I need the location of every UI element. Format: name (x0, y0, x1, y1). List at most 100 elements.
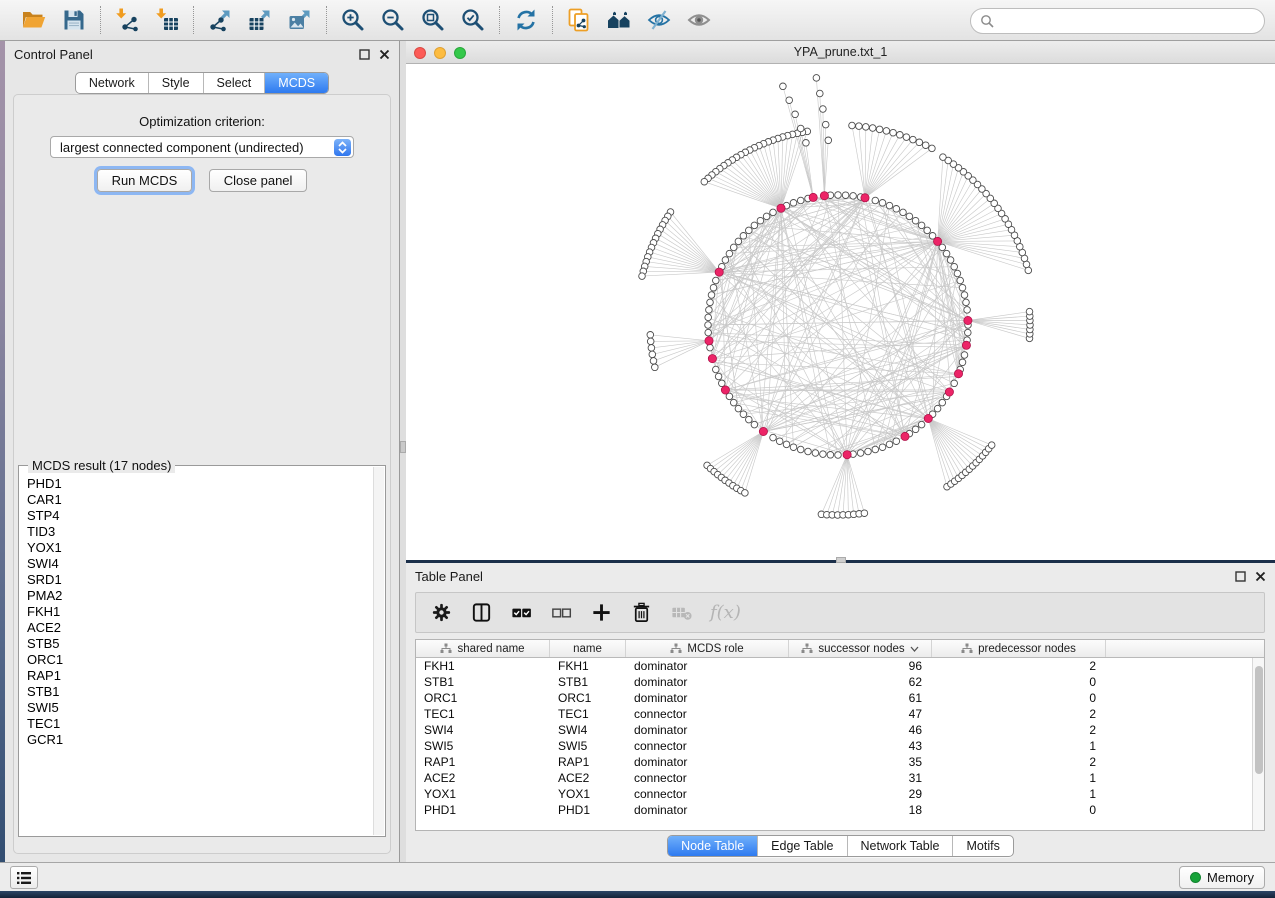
mcds-result-node[interactable]: RAP1 (27, 668, 372, 684)
table-cell-shared-name: YOX1 (416, 786, 550, 802)
export-image-icon[interactable] (287, 7, 313, 33)
optimization-criterion-select[interactable]: largest connected component (undirected) (50, 136, 354, 158)
mcds-tab-content: Optimization criterion: largest connecte… (13, 94, 391, 854)
table-cell-mcds-role: connector (626, 706, 789, 722)
table-cell-predecessor-nodes: 0 (932, 802, 1106, 818)
network-window-titlebar: YPA_prune.txt_1 (406, 41, 1275, 64)
table-row[interactable]: PHD1PHD1dominator180 (416, 802, 1264, 818)
table-panel-tabs: Node TableEdge TableNetwork TableMotifs (667, 835, 1014, 857)
export-network-icon[interactable] (207, 7, 233, 33)
tab-network[interactable]: Network (76, 73, 148, 93)
table-scrollbar-thumb[interactable] (1255, 666, 1263, 774)
mcds-result-list[interactable]: PHD1CAR1STP4TID3YOX1SWI4SRD1PMA2FKH1ACE2… (20, 472, 372, 835)
search-field[interactable] (970, 8, 1265, 34)
table-cell-mcds-role: connector (626, 738, 789, 754)
network-canvas[interactable] (406, 64, 1275, 560)
network-graph[interactable] (406, 64, 1275, 560)
float-table-panel-icon[interactable] (1235, 571, 1246, 582)
table-settings-gear-icon[interactable] (430, 601, 453, 624)
column-header-predecessor-nodes[interactable]: predecessor nodes (932, 640, 1106, 657)
split-table-icon[interactable] (470, 601, 493, 624)
table-cell-mcds-role: dominator (626, 754, 789, 770)
column-header-shared-name[interactable]: shared name (416, 640, 550, 657)
column-header-mcds-role[interactable]: MCDS role (626, 640, 789, 657)
tab-edge-table[interactable]: Edge Table (757, 836, 846, 856)
select-all-icon[interactable] (510, 601, 533, 624)
table-row[interactable]: STB1STB1dominator620 (416, 674, 1264, 690)
save-session-icon[interactable] (61, 7, 87, 33)
tab-node-table[interactable]: Node Table (668, 836, 757, 856)
mcds-result-node[interactable]: SRD1 (27, 572, 372, 588)
mcds-result-node[interactable]: FKH1 (27, 604, 372, 620)
open-file-icon[interactable] (21, 7, 47, 33)
table-row[interactable]: RAP1RAP1dominator352 (416, 754, 1264, 770)
table-row[interactable]: ACE2ACE2connector311 (416, 770, 1264, 786)
tab-style[interactable]: Style (148, 73, 203, 93)
table-row[interactable]: SWI4SWI4dominator462 (416, 722, 1264, 738)
mcds-result-node[interactable]: STB1 (27, 684, 372, 700)
close-panel-button[interactable]: Close panel (209, 169, 308, 192)
zoom-out-icon[interactable] (380, 7, 406, 33)
export-table-icon[interactable] (247, 7, 273, 33)
run-mcds-button[interactable]: Run MCDS (97, 169, 193, 192)
tab-motifs[interactable]: Motifs (952, 836, 1012, 856)
table-row[interactable]: TEC1TEC1connector472 (416, 706, 1264, 722)
copy-style-icon[interactable] (566, 7, 592, 33)
delete-column-icon[interactable] (630, 601, 653, 624)
table-cell-mcds-role: dominator (626, 658, 789, 674)
import-table-icon[interactable] (154, 7, 180, 33)
table-row[interactable]: YOX1YOX1connector291 (416, 786, 1264, 802)
first-neighbors-icon[interactable] (606, 7, 632, 33)
show-all-icon[interactable] (686, 7, 712, 33)
column-header-name[interactable]: name (550, 640, 626, 657)
column-header-successor-nodes[interactable]: successor nodes (789, 640, 932, 657)
import-network-icon[interactable] (114, 7, 140, 33)
search-icon (980, 14, 994, 28)
table-cell-name: ORC1 (550, 690, 626, 706)
hide-selected-icon[interactable] (646, 7, 672, 33)
mcds-result-node[interactable]: YOX1 (27, 540, 372, 556)
table-cell-name: PHD1 (550, 802, 626, 818)
mcds-result-node[interactable]: TEC1 (27, 716, 372, 732)
zoom-in-icon[interactable] (340, 7, 366, 33)
mcds-result-node[interactable]: ACE2 (27, 620, 372, 636)
tab-select[interactable]: Select (203, 73, 265, 93)
mcds-result-node[interactable]: GCR1 (27, 732, 372, 748)
control-panel: Control Panel NetworkStyleSelectMCDS Opt… (5, 41, 400, 862)
mcds-result-node[interactable]: ORC1 (27, 652, 372, 668)
float-panel-icon[interactable] (359, 49, 370, 60)
zoom-selected-icon[interactable] (460, 7, 486, 33)
refresh-icon[interactable] (513, 7, 539, 33)
zoom-fit-icon[interactable] (420, 7, 446, 33)
mcds-result-node[interactable]: SWI4 (27, 556, 372, 572)
search-input[interactable] (994, 11, 1264, 31)
mcds-result-scrollbar[interactable] (373, 467, 384, 835)
close-panel-icon[interactable] (379, 49, 390, 60)
tab-mcds[interactable]: MCDS (264, 73, 328, 93)
column-header-label: shared name (457, 643, 524, 655)
task-history-button[interactable] (10, 866, 38, 889)
add-column-icon[interactable] (590, 601, 613, 624)
mcds-result-node[interactable]: CAR1 (27, 492, 372, 508)
memory-button[interactable]: Memory (1179, 866, 1265, 889)
tab-network-table[interactable]: Network Table (847, 836, 953, 856)
deselect-all-icon[interactable] (550, 601, 573, 624)
mcds-result-node[interactable]: STP4 (27, 508, 372, 524)
table-scrollbar[interactable] (1252, 658, 1264, 830)
table-row[interactable]: SWI5SWI5connector431 (416, 738, 1264, 754)
table-cell-name: STB1 (550, 674, 626, 690)
mcds-result-node[interactable]: PHD1 (27, 476, 372, 492)
table-cell-name: SWI5 (550, 738, 626, 754)
node-table: shared name nameMCDS rolesuccessor nodesp… (415, 639, 1265, 831)
close-table-panel-icon[interactable] (1255, 571, 1266, 582)
table-row[interactable]: ORC1ORC1dominator610 (416, 690, 1264, 706)
mcds-result-node[interactable]: TID3 (27, 524, 372, 540)
table-cell-successor-nodes: 43 (789, 738, 932, 754)
optimization-criterion-value: largest connected component (undirected) (60, 140, 304, 155)
mcds-result-node[interactable]: STB5 (27, 636, 372, 652)
mcds-result-node[interactable]: PMA2 (27, 588, 372, 604)
table-panel: Table Panel (406, 563, 1275, 862)
mcds-result-node[interactable]: SWI5 (27, 700, 372, 716)
table-cell-mcds-role: dominator (626, 690, 789, 706)
table-row[interactable]: FKH1FKH1dominator962 (416, 658, 1264, 674)
